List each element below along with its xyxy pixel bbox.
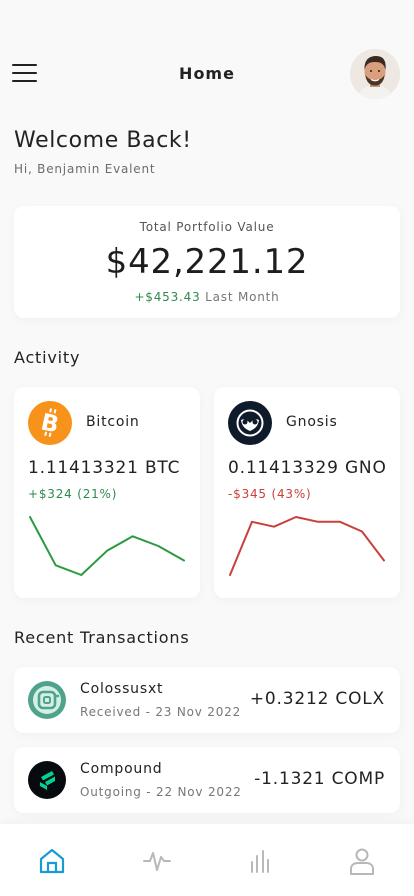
- chart-icon: [251, 850, 269, 873]
- activity-icon: [143, 852, 171, 871]
- sparkline-line: [229, 516, 385, 576]
- transaction-amount: +0.3212 COLX: [249, 689, 385, 709]
- transaction-name: Colossusxt: [80, 681, 164, 697]
- portfolio-label: Total Portfolio Value: [139, 220, 275, 234]
- transaction-meta: Received - 23 Nov 2022: [80, 705, 242, 719]
- coin-name: Gnosis: [286, 414, 338, 430]
- transaction-item[interactable]: Compound Outgoing - 22 Nov 2022 -1.1321 …: [14, 747, 400, 813]
- gnosis-icon: [228, 401, 272, 445]
- welcome-title: Welcome Back!: [14, 128, 192, 153]
- coin-amount: 0.11413329 GNO: [228, 458, 387, 478]
- portfolio-value: $42,221.12: [105, 242, 309, 282]
- app-header: Home: [0, 44, 414, 104]
- home-screen: Home Welcome Back! Hi, Benjamin Evalent …: [0, 0, 414, 896]
- profile-icon: [350, 848, 374, 875]
- coin-name: Bitcoin: [86, 414, 140, 430]
- bitcoin-icon: B: [28, 401, 72, 445]
- coin-change: +$324 (21%): [28, 487, 118, 501]
- portfolio-period: Last Month: [205, 290, 280, 304]
- colossusxt-icon: [28, 681, 66, 719]
- nav-chart[interactable]: [245, 846, 275, 876]
- activity-title: Activity: [14, 348, 81, 367]
- transactions-title: Recent Transactions: [14, 628, 190, 647]
- coin-change: -$345 (43%): [228, 487, 312, 501]
- portfolio-change: +$453.43: [134, 290, 201, 304]
- nav-activity[interactable]: [142, 846, 172, 876]
- profile-photo-icon: [350, 49, 400, 99]
- nav-home[interactable]: [37, 846, 67, 876]
- bottom-nav: [0, 824, 414, 896]
- transaction-meta: Outgoing - 22 Nov 2022: [80, 785, 242, 799]
- transaction-amount: -1.1321 COMP: [254, 769, 385, 789]
- activity-card-bitcoin[interactable]: B Bitcoin 1.11413321 BTC +$324 (21%): [14, 387, 200, 598]
- transaction-name: Compound: [80, 761, 163, 777]
- home-icon: [39, 848, 65, 874]
- sparkline-chart: [29, 516, 185, 576]
- transaction-item[interactable]: Colossusxt Received - 23 Nov 2022 +0.321…: [14, 667, 400, 733]
- nav-profile[interactable]: [347, 846, 377, 876]
- compound-icon: [28, 761, 66, 799]
- sparkline-line: [29, 516, 185, 576]
- portfolio-card[interactable]: Total Portfolio Value $42,221.12 +$453.4…: [14, 206, 400, 318]
- sparkline-chart: [229, 516, 385, 576]
- welcome-subtitle: Hi, Benjamin Evalent: [14, 162, 156, 176]
- portfolio-change-row: +$453.43 Last Month: [14, 290, 400, 304]
- coin-amount: 1.11413321 BTC: [28, 458, 181, 478]
- avatar[interactable]: [350, 49, 400, 99]
- activity-card-gnosis[interactable]: Gnosis 0.11413329 GNO -$345 (43%): [214, 387, 400, 598]
